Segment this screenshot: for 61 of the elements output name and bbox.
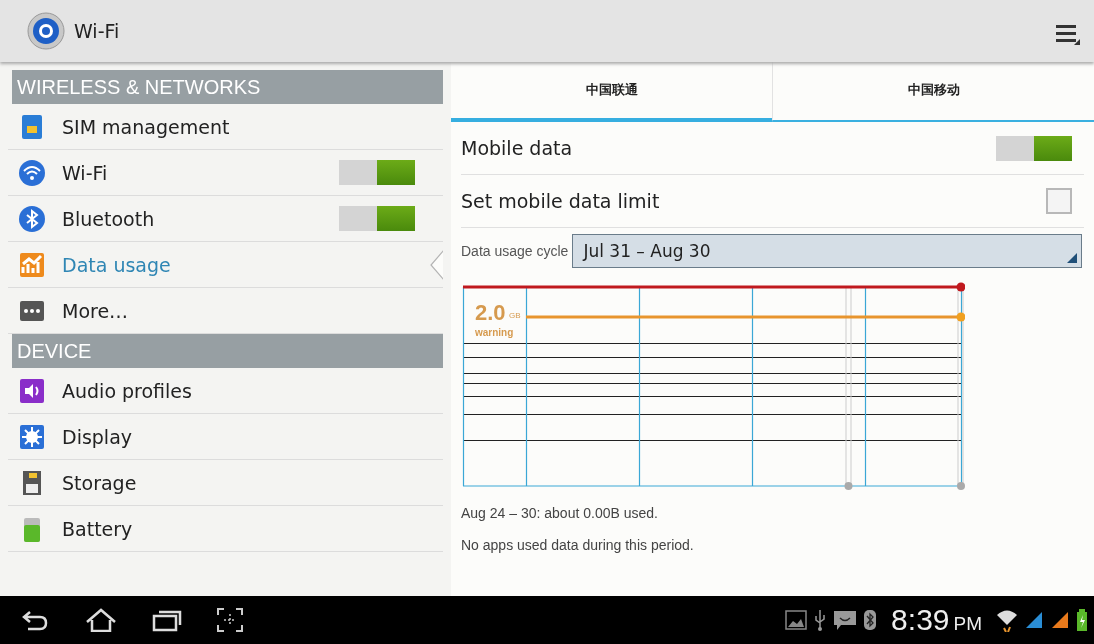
warning-unit: GB bbox=[509, 311, 521, 320]
recent-apps-icon[interactable] bbox=[152, 608, 182, 632]
signal-bars-icon bbox=[1050, 610, 1070, 630]
range-start-handle[interactable] bbox=[844, 286, 853, 490]
usb-icon bbox=[813, 609, 828, 631]
carrier-tab[interactable]: 中国联通 bbox=[451, 62, 772, 122]
item-label: Wi-Fi bbox=[62, 161, 108, 184]
screenshot-icon[interactable] bbox=[216, 607, 244, 633]
section-header: WIRELESS & NETWORKS bbox=[12, 70, 443, 104]
setting-label: Mobile data bbox=[461, 137, 573, 159]
settings-item[interactable]: Storage bbox=[8, 460, 443, 506]
usage-note: No apps used data during this period. bbox=[461, 536, 695, 555]
setting-label: Set mobile data limit bbox=[461, 190, 660, 212]
wifi-signal-icon bbox=[996, 608, 1018, 632]
bluetooth-icon bbox=[863, 609, 878, 631]
screen-title: Wi-Fi bbox=[74, 20, 120, 42]
settings-icon bbox=[26, 11, 66, 51]
settings-item-icon bbox=[18, 376, 46, 405]
item-label: Storage bbox=[62, 471, 137, 494]
settings-item[interactable]: Display bbox=[8, 414, 443, 460]
settings-item[interactable]: Audio profiles bbox=[8, 368, 443, 414]
item-label: SIM management bbox=[62, 115, 230, 138]
status-period: PM bbox=[953, 613, 982, 635]
back-icon[interactable] bbox=[20, 608, 50, 632]
image-icon bbox=[785, 610, 808, 630]
menu-icon[interactable] bbox=[1054, 22, 1080, 46]
usage-summary: Aug 24 – 30: about 0.00B used. bbox=[461, 504, 659, 523]
item-label: Audio profiles bbox=[62, 379, 192, 402]
item-label: More… bbox=[62, 299, 129, 322]
message-icon bbox=[833, 609, 858, 631]
selection-pointer bbox=[430, 250, 443, 280]
settings-item[interactable]: Bluetooth bbox=[8, 196, 443, 242]
item-label: Bluetooth bbox=[62, 207, 155, 230]
limit-line[interactable] bbox=[463, 282, 965, 292]
settings-item-icon bbox=[18, 204, 46, 233]
home-icon[interactable] bbox=[84, 608, 118, 632]
checkbox[interactable] bbox=[1046, 188, 1072, 214]
settings-item[interactable]: Battery bbox=[8, 506, 443, 552]
signal-bars-icon bbox=[1024, 610, 1044, 630]
carrier-tab[interactable]: 中国移动 bbox=[772, 62, 1094, 122]
settings-item-icon bbox=[18, 250, 46, 279]
toggle-switch[interactable] bbox=[339, 206, 415, 231]
section-header: DEVICE bbox=[12, 334, 443, 368]
status-time: 8:39 bbox=[891, 603, 950, 637]
cycle-label: Data usage cycle bbox=[461, 243, 569, 259]
item-label: Display bbox=[62, 425, 133, 448]
settings-item-icon bbox=[18, 422, 46, 451]
cycle-dropdown[interactable]: Jul 31 – Aug 30 bbox=[572, 234, 1082, 268]
battery-icon bbox=[1076, 609, 1088, 631]
item-label: Data usage bbox=[62, 253, 171, 276]
warning-value: 2.0 bbox=[475, 300, 506, 326]
warning-label: warning bbox=[475, 327, 514, 338]
settings-item[interactable]: Wi-Fi bbox=[8, 150, 443, 196]
toggle-switch[interactable] bbox=[996, 135, 1072, 161]
toggle-switch[interactable] bbox=[339, 160, 415, 185]
settings-item[interactable]: Data usage bbox=[8, 242, 443, 288]
setting-row[interactable]: Set mobile data limit bbox=[461, 175, 1084, 228]
setting-row[interactable]: Mobile data bbox=[461, 122, 1084, 175]
settings-item-icon bbox=[18, 158, 46, 187]
item-label: Battery bbox=[62, 517, 133, 540]
settings-item[interactable]: SIM management bbox=[8, 104, 443, 150]
